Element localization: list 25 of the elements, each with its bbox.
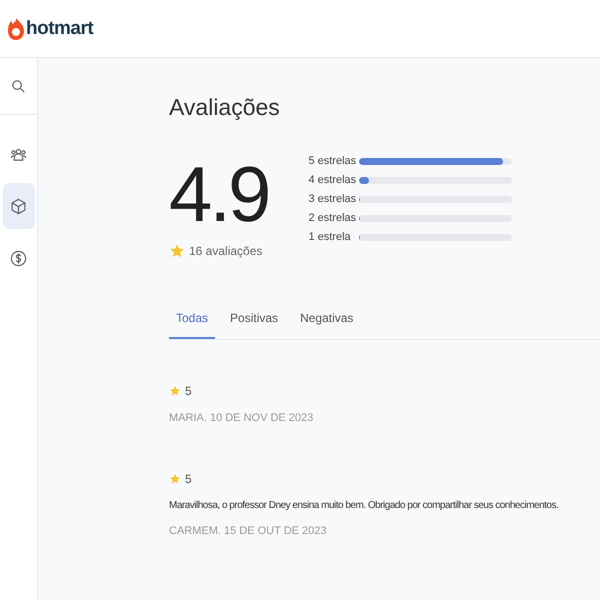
cube-icon [10, 198, 27, 214]
search-icon [10, 78, 27, 94]
filter-tab[interactable]: Positivas [223, 311, 286, 339]
sidebar-item[interactable] [2, 183, 34, 229]
dollar-icon [10, 250, 27, 266]
review-rating: 5 [185, 384, 192, 398]
review-rating: 5 [185, 472, 192, 486]
logo-text: hotmart [26, 18, 94, 40]
rating-label: 3 estrelas [308, 193, 358, 205]
filter-tab[interactable]: Todas [169, 311, 216, 339]
page-title: Avaliações [169, 94, 281, 121]
filter-tab[interactable]: Negativas [293, 311, 360, 339]
rating-label: 1 estrela [308, 231, 352, 243]
rating-label: 2 estrelas [308, 212, 358, 224]
average-score: 4.9 [169, 159, 268, 229]
rating-label: 5 estrelas [308, 155, 358, 167]
star-icon [169, 243, 185, 259]
flame-logo-icon [8, 16, 24, 40]
star-icon [169, 385, 181, 397]
review-author-date: CARMEM. 15 DE OUT DE 2023 [169, 525, 328, 537]
review-author-date: MARIA. 10 DE NOV DE 2023 [169, 412, 314, 424]
review-count: 16 avaliações [189, 244, 262, 258]
star-icon [169, 473, 181, 485]
review-comment: Maravilhosa, o professor Dney ensina muito bem. Obrigado por compartilhar seus conhecimentos. [169, 500, 560, 511]
rating-label: 4 estrelas [308, 174, 358, 186]
